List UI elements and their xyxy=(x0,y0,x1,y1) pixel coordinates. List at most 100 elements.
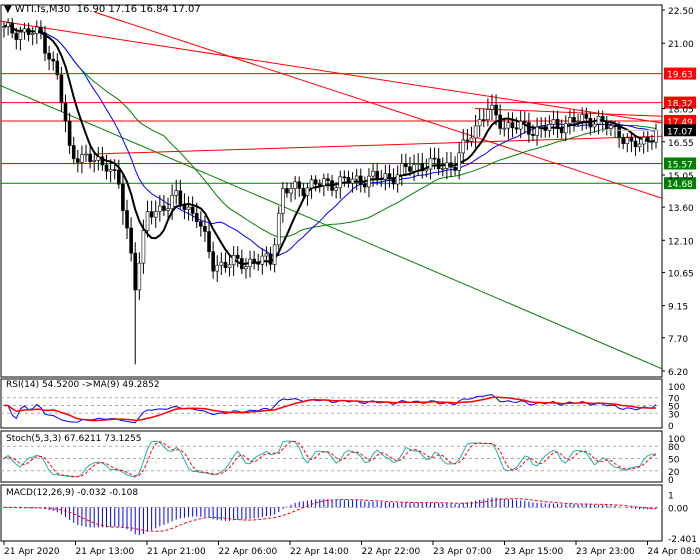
candle xyxy=(535,117,539,146)
candle xyxy=(568,109,572,135)
candle-body xyxy=(334,187,338,191)
candle-body xyxy=(289,188,293,194)
candle-body xyxy=(412,164,416,172)
candle xyxy=(559,119,564,139)
candle xyxy=(215,255,220,283)
candle-body xyxy=(313,179,318,185)
candle-body xyxy=(211,251,215,272)
candle-body xyxy=(18,31,23,40)
candle xyxy=(104,154,109,180)
candle xyxy=(67,112,72,155)
candle xyxy=(326,173,330,191)
candle-body xyxy=(104,164,109,172)
candle xyxy=(506,112,511,140)
rsi-line xyxy=(4,394,657,424)
ma-mid xyxy=(3,24,657,257)
candle xyxy=(379,169,384,187)
candle-body xyxy=(617,126,621,139)
candle xyxy=(481,108,486,128)
candle-body xyxy=(592,123,597,128)
y-tick-label: 6.20 xyxy=(668,368,688,378)
candle xyxy=(39,20,43,40)
candle-body xyxy=(371,170,375,177)
candle-body xyxy=(641,136,646,145)
candle xyxy=(149,200,154,225)
x-tick-label: 23 Apr 15:00 xyxy=(505,547,564,557)
candle xyxy=(428,147,433,180)
symbol: WTI.fs,M30 xyxy=(14,4,71,15)
stoch-tick-label: 0 xyxy=(668,476,674,486)
candle-body xyxy=(186,206,191,210)
candle-body xyxy=(543,126,548,131)
candle-body xyxy=(317,183,322,186)
candle-body xyxy=(527,122,531,135)
candle-body xyxy=(502,127,507,130)
candle-body xyxy=(494,104,498,116)
candle-body xyxy=(244,266,248,270)
candle-body xyxy=(363,183,367,188)
candle-body xyxy=(272,244,277,265)
candle-body xyxy=(10,22,15,34)
candle-body xyxy=(424,168,429,172)
candle-body xyxy=(326,178,330,181)
candle-body xyxy=(133,252,138,291)
candle xyxy=(330,174,334,197)
y-tick-label: 16.55 xyxy=(668,139,694,149)
candle-body xyxy=(248,258,252,267)
candle xyxy=(30,27,35,46)
candle xyxy=(125,199,129,240)
candle-body xyxy=(71,145,76,160)
candle-body xyxy=(436,158,441,169)
candle xyxy=(383,164,388,191)
candle xyxy=(35,20,39,44)
candle-body xyxy=(625,137,630,144)
chart-window: 19.63 18.32 17.49 15.57 14.68 22.50 21.00 18.05… xyxy=(0,0,700,560)
candle xyxy=(416,153,420,176)
candle-body xyxy=(572,117,576,123)
candle-body xyxy=(559,127,564,134)
ohlc: 16.90 17.16 16.84 17.07 xyxy=(76,4,201,15)
candle-body xyxy=(449,162,453,168)
candle xyxy=(186,196,191,221)
candle-body xyxy=(420,163,425,172)
chart-canvas[interactable]: 19.6318.3217.4915.5714.6822.5021.0018.05… xyxy=(0,0,700,560)
candle-body xyxy=(39,26,43,34)
macd-signal-line xyxy=(3,498,657,532)
candle-body xyxy=(59,74,64,104)
candle xyxy=(625,133,630,153)
candle-body xyxy=(375,170,379,179)
candle-body xyxy=(301,188,306,196)
candle-body xyxy=(281,188,285,214)
candle-body xyxy=(539,126,543,128)
candle xyxy=(502,117,507,137)
candle xyxy=(522,111,527,134)
candle-body xyxy=(30,33,35,35)
dropdown-arrow-icon[interactable]: ▼ xyxy=(4,4,12,15)
candle-body xyxy=(26,28,31,35)
rsi-tick-label: 30 xyxy=(668,410,680,420)
stoch-k-line xyxy=(3,440,657,478)
candle-body xyxy=(219,261,224,266)
y-tick-label: 21.00 xyxy=(668,40,694,50)
stoch-tick-label: 50 xyxy=(668,456,680,466)
candle xyxy=(445,151,449,180)
candle xyxy=(231,246,236,276)
candle-body xyxy=(633,140,638,148)
candle-body xyxy=(342,176,347,179)
candle-body xyxy=(14,32,19,40)
trendline-0 xyxy=(0,20,663,124)
level-label: 15.57 xyxy=(667,160,693,170)
candle-body xyxy=(178,190,183,205)
candle xyxy=(363,176,367,193)
y-tick-label: 7.70 xyxy=(668,335,688,345)
candle-body xyxy=(112,169,117,171)
candle xyxy=(305,182,310,206)
candle xyxy=(264,246,269,267)
ma-slow xyxy=(3,24,657,238)
candle-body xyxy=(80,154,84,163)
candle-body xyxy=(645,136,650,142)
candle-body xyxy=(428,157,433,170)
candle-body xyxy=(547,124,552,131)
candle xyxy=(240,249,244,275)
candle-body xyxy=(190,206,195,214)
